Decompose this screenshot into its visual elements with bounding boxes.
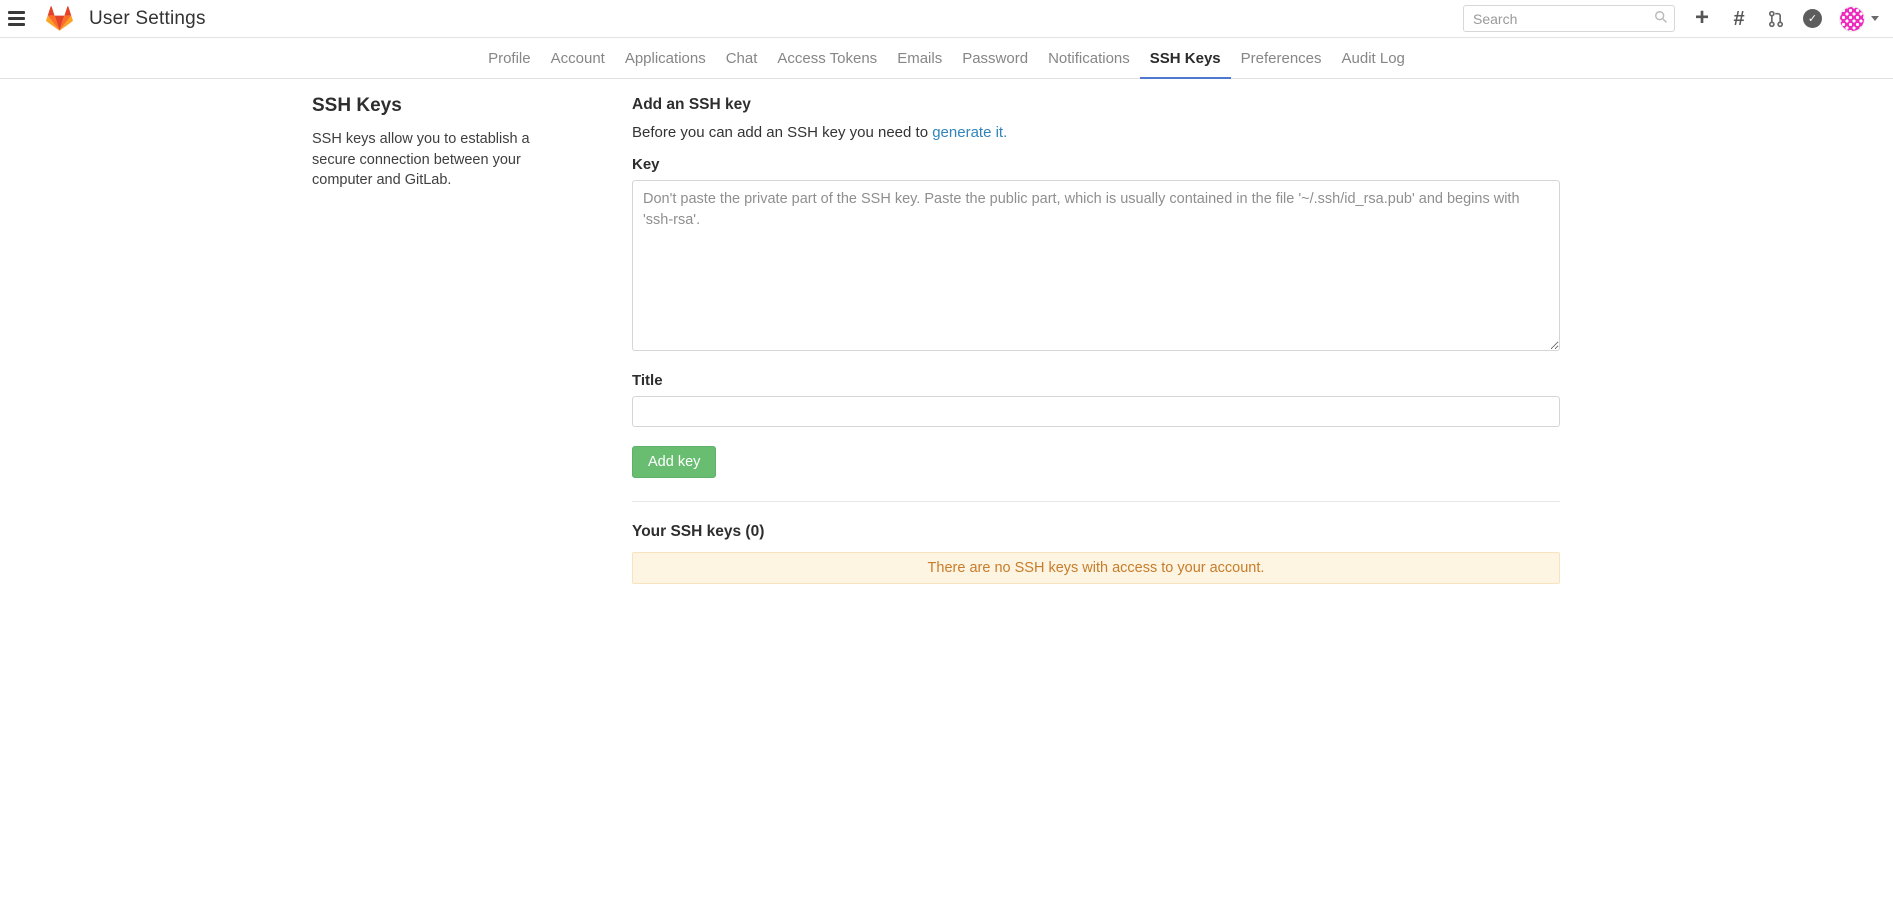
add-ssh-key-heading: Add an SSH key xyxy=(632,96,1560,114)
main-content: SSH Keys SSH keys allow you to establish… xyxy=(0,79,1893,584)
section-description: SSH keys allow you to establish a secure… xyxy=(312,129,572,191)
tab-profile[interactable]: Profile xyxy=(478,38,541,79)
key-textarea[interactable] xyxy=(632,180,1560,351)
tab-chat[interactable]: Chat xyxy=(716,38,768,79)
tab-notifications[interactable]: Notifications xyxy=(1038,38,1140,79)
generate-key-hint-text: Before you can add an SSH key you need t… xyxy=(632,124,932,141)
avatar[interactable] xyxy=(1839,6,1865,32)
tab-applications[interactable]: Applications xyxy=(615,38,716,79)
tab-account[interactable]: Account xyxy=(541,38,615,79)
title-input[interactable] xyxy=(632,396,1560,427)
ssh-key-form-column: Add an SSH key Before you can add an SSH… xyxy=(632,93,1560,584)
tab-ssh-keys[interactable]: SSH Keys xyxy=(1140,38,1231,79)
search-box xyxy=(1463,5,1675,32)
page-title: User Settings xyxy=(89,8,206,30)
your-ssh-keys-heading: Your SSH keys (0) xyxy=(632,523,1560,541)
generate-it-link[interactable]: generate it. xyxy=(932,124,1007,141)
top-navbar: User Settings + # ✓ xyxy=(0,0,1893,38)
user-menu[interactable] xyxy=(1839,6,1879,32)
title-label: Title xyxy=(632,372,1560,389)
tab-emails[interactable]: Emails xyxy=(887,38,952,79)
no-keys-warning: There are no SSH keys with access to you… xyxy=(632,552,1560,584)
chevron-down-icon xyxy=(1871,16,1879,21)
plus-icon[interactable]: + xyxy=(1692,6,1712,30)
generate-key-hint: Before you can add an SSH key you need t… xyxy=(632,124,1560,141)
section-description-column: SSH Keys SSH keys allow you to establish… xyxy=(312,93,572,584)
key-label: Key xyxy=(632,156,1560,173)
merge-request-icon[interactable] xyxy=(1766,10,1786,28)
menu-icon[interactable] xyxy=(6,6,32,32)
navbar-actions: + # ✓ xyxy=(1463,5,1879,32)
gitlab-logo[interactable] xyxy=(46,5,73,32)
tab-access-tokens[interactable]: Access Tokens xyxy=(767,38,887,79)
settings-tabs-bar: Profile Account Applications Chat Access… xyxy=(0,38,1893,79)
tab-audit-log[interactable]: Audit Log xyxy=(1332,38,1415,79)
todos-check-icon[interactable]: ✓ xyxy=(1803,9,1822,28)
search-input[interactable] xyxy=(1463,5,1675,32)
add-key-button[interactable]: Add key xyxy=(632,446,716,478)
tab-preferences[interactable]: Preferences xyxy=(1231,38,1332,79)
tab-password[interactable]: Password xyxy=(952,38,1038,79)
hash-icon[interactable]: # xyxy=(1729,9,1749,29)
settings-tabs: Profile Account Applications Chat Access… xyxy=(0,38,1893,78)
section-divider xyxy=(632,501,1560,502)
section-heading: SSH Keys xyxy=(312,95,572,117)
